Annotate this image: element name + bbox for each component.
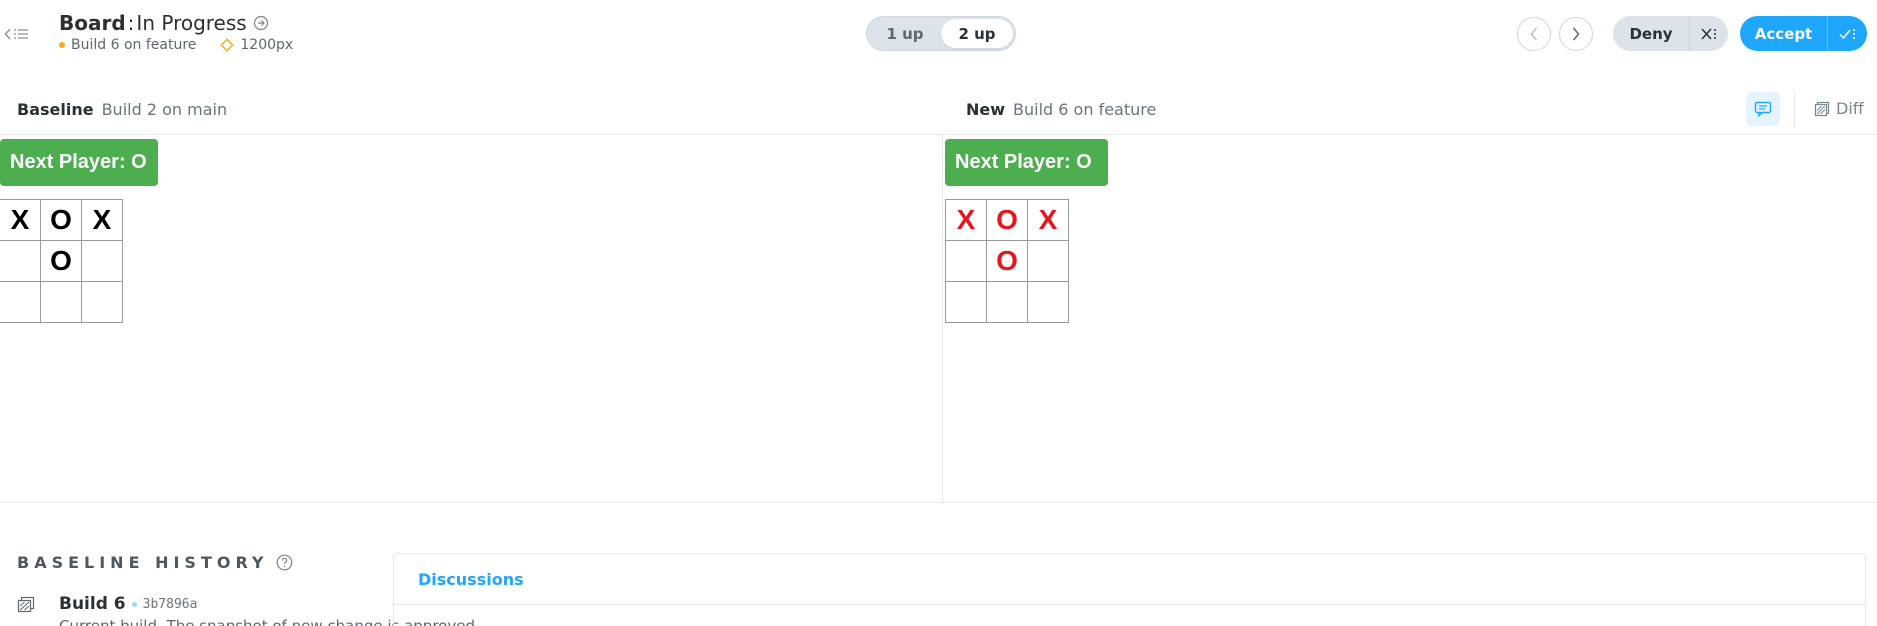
discussions-tab[interactable]: Discussions <box>418 570 524 589</box>
component-name: Board <box>59 11 126 35</box>
new-cell: O <box>987 241 1028 282</box>
baseline-title: Baseline <box>17 100 94 119</box>
baseline-history-heading: BASELINE HISTORY <box>17 553 293 572</box>
new-cell <box>946 282 987 323</box>
new-cell: O <box>987 200 1028 241</box>
comments-toggle-button[interactable] <box>1746 92 1780 126</box>
deny-button[interactable]: Deny <box>1613 16 1689 51</box>
comparison-divider-bottom <box>0 502 1877 503</box>
previous-button[interactable] <box>1517 17 1551 51</box>
baseline-cell <box>41 282 82 323</box>
baseline-cell <box>82 282 123 323</box>
deny-group: Deny <box>1613 16 1728 51</box>
build-meta: Build 6 on feature 1200px <box>59 37 293 53</box>
next-button[interactable] <box>1559 17 1593 51</box>
baseline-history-title: BASELINE HISTORY <box>17 553 269 572</box>
comment-icon <box>1754 101 1772 117</box>
list-icon <box>14 28 28 40</box>
chevron-left-icon <box>4 28 12 40</box>
build-icon <box>17 596 35 613</box>
chevron-right-icon <box>1572 27 1580 41</box>
new-cell <box>946 241 987 282</box>
new-title: New <box>966 100 1006 119</box>
new-board: X O X O <box>945 199 1069 323</box>
new-build: Build 6 on feature <box>1013 100 1157 119</box>
new-cell: X <box>1028 200 1069 241</box>
baseline-next-player-status: Next Player: O <box>0 139 158 186</box>
diamond-icon <box>220 38 235 52</box>
new-header: New Build 6 on feature <box>966 100 1156 119</box>
title-separator: : <box>127 11 135 35</box>
comparison-divider-middle <box>942 135 943 502</box>
accept-button[interactable]: Accept <box>1740 16 1827 51</box>
viewport-label: 1200px <box>240 37 294 53</box>
baseline-cell <box>0 282 41 323</box>
batch-deny-button[interactable] <box>1689 16 1727 51</box>
discussions-divider <box>394 604 1865 605</box>
baseline-cell <box>0 241 41 282</box>
baseline-cell: O <box>41 200 82 241</box>
question-circle-icon[interactable] <box>276 554 293 571</box>
baseline-cell <box>82 241 123 282</box>
batch-accept-icon <box>1838 27 1857 41</box>
batch-deny-icon <box>1700 27 1718 41</box>
new-next-player-status: Next Player: O <box>945 139 1108 186</box>
history-commit-sha: 3b7896a <box>142 596 198 612</box>
baseline-cell: X <box>82 200 123 241</box>
page-title: Board : In Progress <box>59 11 269 35</box>
comparison-divider-top <box>0 134 1877 135</box>
diff-label: Diff <box>1836 99 1864 118</box>
new-cell: X <box>946 200 987 241</box>
diff-toggle-button[interactable]: Diff <box>1814 99 1864 118</box>
arrow-circle-icon[interactable] <box>253 15 269 31</box>
build-label[interactable]: Build 6 on feature <box>71 37 196 53</box>
discussions-panel: Discussions <box>393 553 1866 626</box>
toolbar-divider <box>1794 92 1795 126</box>
chevron-left-icon <box>1530 27 1538 41</box>
baseline-board: X O X O <box>0 199 123 323</box>
build-status-dot <box>59 42 65 48</box>
new-cell <box>1028 282 1069 323</box>
batch-accept-button[interactable] <box>1827 16 1867 51</box>
new-cell <box>1028 241 1069 282</box>
diff-icon <box>1814 101 1830 117</box>
baseline-header: Baseline Build 2 on main <box>17 100 227 119</box>
back-button[interactable] <box>4 24 38 44</box>
history-status-dot <box>131 601 137 607</box>
new-cell <box>987 282 1028 323</box>
view-mode-toggle[interactable]: 1 up 2 up <box>866 16 1016 51</box>
baseline-cell: X <box>0 200 41 241</box>
history-build-number[interactable]: Build 6 <box>59 594 126 614</box>
accept-group: Accept <box>1740 16 1867 51</box>
two-up-option[interactable]: 2 up <box>941 19 1013 48</box>
history-item[interactable]: Build 6 3b7896a <box>17 594 197 614</box>
story-name: In Progress <box>136 11 247 35</box>
one-up-option[interactable]: 1 up <box>869 19 941 48</box>
baseline-build: Build 2 on main <box>101 100 228 119</box>
baseline-cell: O <box>41 241 82 282</box>
